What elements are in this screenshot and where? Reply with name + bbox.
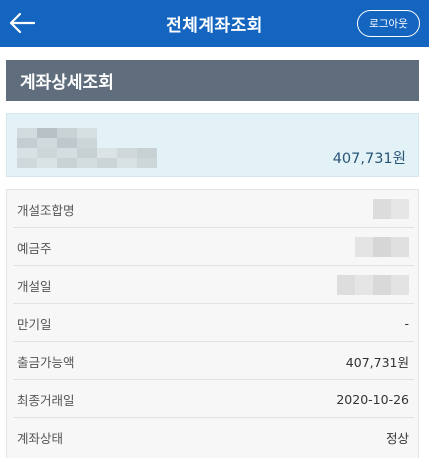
masked-value [355, 237, 409, 257]
page-title: 전체계좌조회 [166, 16, 263, 36]
detail-label: 출금가능액 [17, 354, 75, 370]
app-header: 전체계좌조회 로그아웃 [0, 0, 429, 47]
detail-value: 407,731원 [345, 354, 409, 370]
detail-row-status: 계좌상태 정상 [7, 418, 420, 456]
detail-label: 최종거래일 [17, 392, 75, 408]
detail-label: 계좌상태 [17, 430, 64, 446]
back-button[interactable] [6, 8, 38, 38]
detail-label: 예금주 [17, 240, 52, 256]
detail-label: 개설일 [17, 278, 52, 294]
masked-value [337, 275, 409, 295]
detail-row-open-date: 개설일 [7, 266, 420, 304]
arrow-left-icon [9, 12, 36, 34]
detail-value: - [404, 315, 409, 331]
detail-value: 정상 [385, 430, 409, 446]
detail-label: 개설조합명 [17, 202, 75, 218]
detail-row-bank: 개설조합명 [7, 190, 420, 228]
detail-row-holder: 예금주 [7, 228, 420, 266]
detail-row-last-transaction: 최종거래일 2020-10-26 [7, 380, 420, 418]
account-detail-list: 개설조합명 예금주 개설일 만기일 - 출금가능액 407,731원 최종거래일… [6, 189, 419, 458]
masked-value [373, 199, 409, 219]
account-balance-card: 407,731원 [6, 113, 419, 177]
section-title: 계좌상세조회 [6, 60, 419, 101]
account-balance: 407,731원 [332, 151, 406, 167]
detail-label: 만기일 [17, 316, 52, 332]
detail-value: 2020-10-26 [336, 391, 409, 407]
detail-row-maturity: 만기일 - [7, 304, 420, 342]
logout-button[interactable]: 로그아웃 [357, 10, 420, 37]
masked-account-info [17, 128, 157, 168]
detail-row-withdrawable: 출금가능액 407,731원 [7, 342, 420, 380]
